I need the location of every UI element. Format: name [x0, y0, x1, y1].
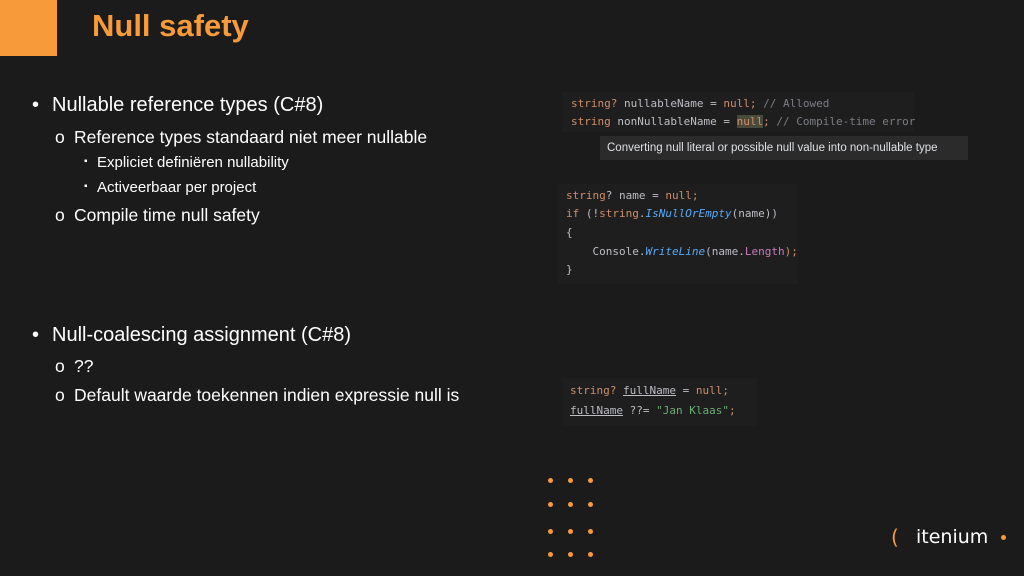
- logo-text: itenium: [916, 526, 989, 548]
- code-line: string? fullName = null;: [570, 384, 729, 397]
- decorative-dot: [568, 502, 573, 507]
- code-snippet-null-coalescing: string? fullName = null; fullName ??= "J…: [562, 378, 757, 426]
- decorative-dot: [588, 502, 593, 507]
- code-snippet-null-check: string? name = null; if (!string.IsNullO…: [558, 184, 798, 284]
- bullet-marker: o: [55, 385, 65, 405]
- bullet-marker: o: [55, 356, 65, 376]
- decorative-dot: [548, 478, 553, 483]
- code-line: if (!string.IsNullOrEmpty(name)): [566, 207, 778, 220]
- bullet-marker: •: [32, 324, 40, 346]
- code-line: }: [566, 263, 573, 276]
- bullet-marker: ▪: [84, 156, 88, 167]
- bullet-marker: o: [55, 127, 65, 147]
- bullet-marker: o: [55, 205, 65, 225]
- decorative-dot: [548, 552, 553, 557]
- code-line: Console.WriteLine(name.Length);: [592, 245, 798, 258]
- bullet-marker: •: [32, 94, 40, 116]
- decorative-dot: [588, 552, 593, 557]
- bullet-text: Null-coalescing assignment (C#8): [52, 324, 352, 346]
- code-snippet-nullable: string? nullableName = null; // Allowed …: [562, 92, 916, 132]
- code-line: string nonNullableName = null; // Compil…: [571, 115, 916, 128]
- decorative-dot: [548, 502, 553, 507]
- logo-mark-icon: (: [891, 525, 899, 549]
- logo-dot: [1001, 535, 1006, 540]
- decorative-dot: [568, 552, 573, 557]
- compiler-warning-tooltip: Converting null literal or possible null…: [600, 136, 968, 160]
- title-accent-block: [0, 0, 57, 56]
- decorative-dot: [588, 529, 593, 534]
- bullet-text: Reference types standaard niet meer null…: [74, 127, 428, 147]
- slide-title: Null safety: [92, 8, 249, 43]
- bullet-text: Default waarde toekennen indien expressi…: [74, 385, 460, 405]
- code-line: string? nullableName = null; // Allowed: [571, 97, 830, 110]
- decorative-dot: [548, 529, 553, 534]
- decorative-dot: [588, 478, 593, 483]
- bullet-marker: ▪: [84, 181, 88, 192]
- decorative-dot: [568, 529, 573, 534]
- bullet-text: Compile time null safety: [74, 205, 260, 225]
- code-line: {: [566, 226, 573, 239]
- code-line: fullName ??= "Jan Klaas";: [570, 404, 736, 417]
- bullet-text: Activeerbaar per project: [97, 179, 257, 196]
- code-line: string? name = null;: [566, 189, 699, 202]
- bullet-text: Nullable reference types (C#8): [52, 94, 324, 116]
- bullet-text: Expliciet definiëren nullability: [97, 154, 289, 171]
- bullet-text: ??: [74, 356, 94, 376]
- decorative-dot: [568, 478, 573, 483]
